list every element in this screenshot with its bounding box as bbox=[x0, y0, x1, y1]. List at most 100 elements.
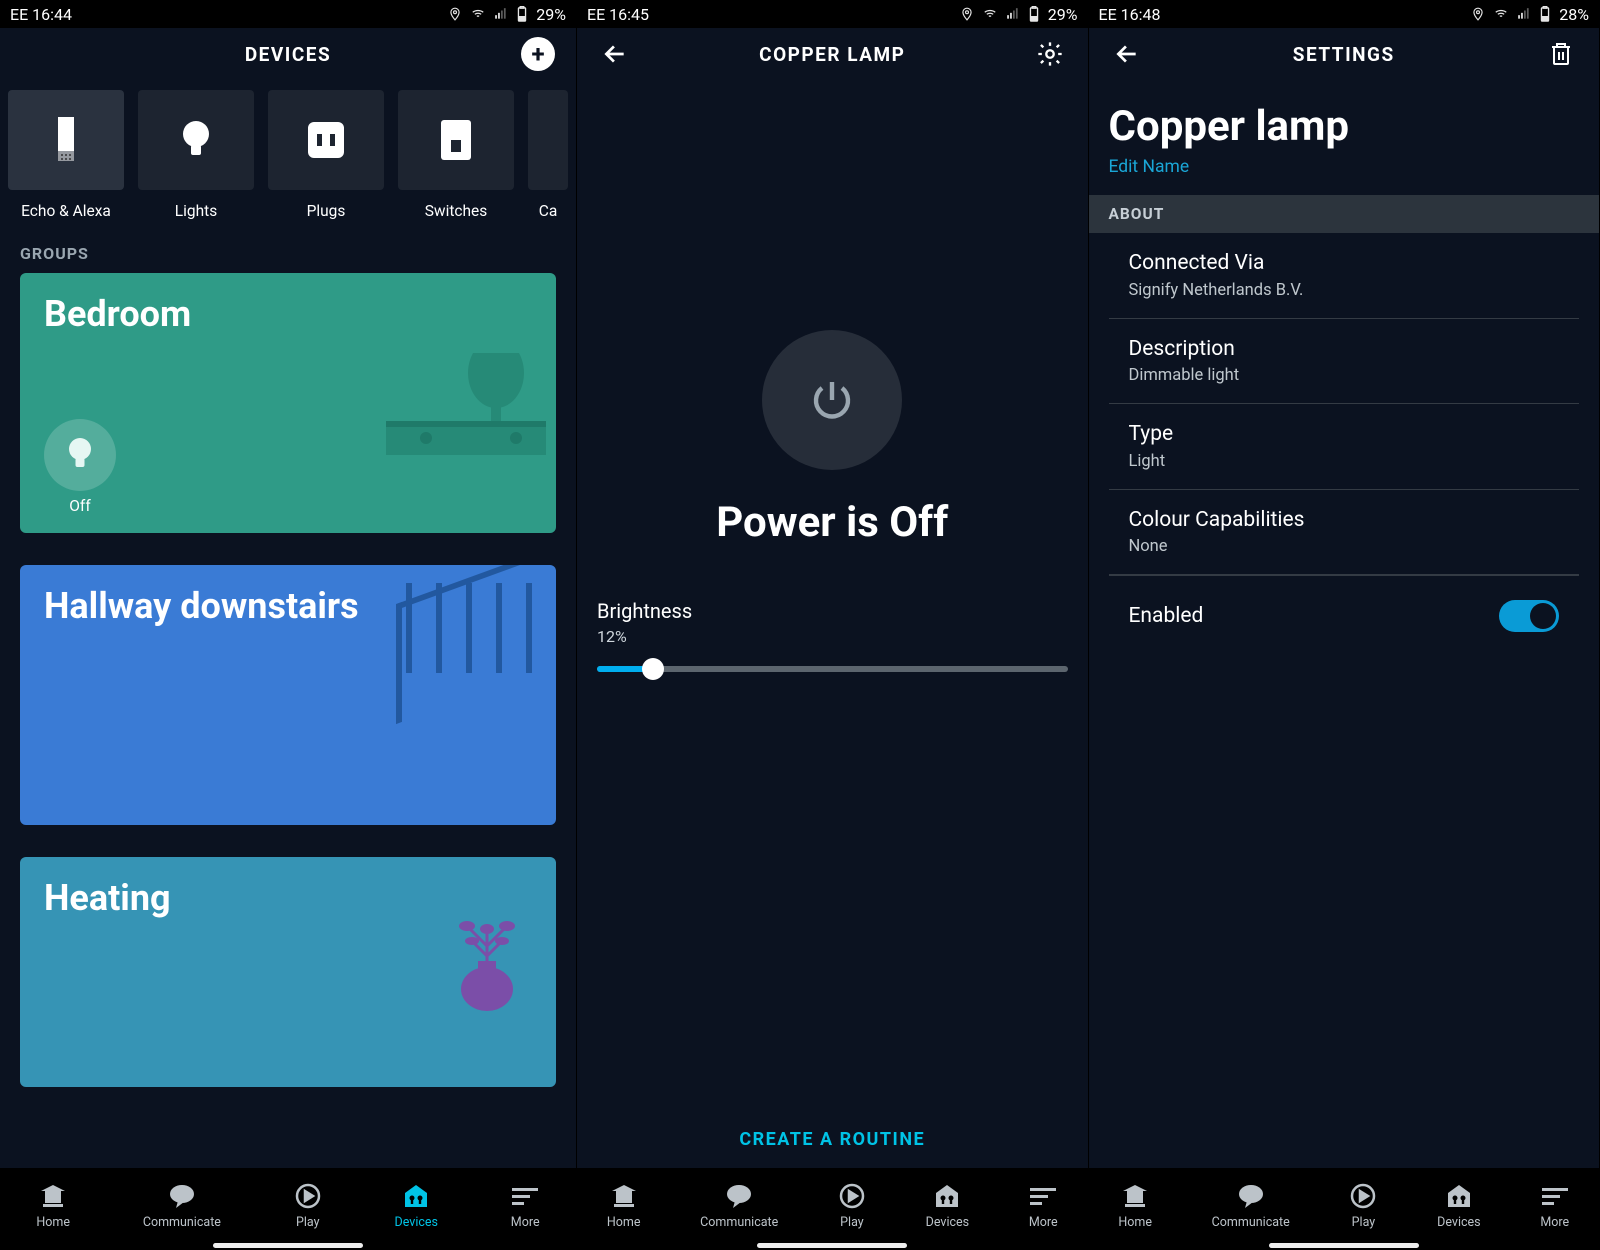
brightness-slider[interactable] bbox=[597, 666, 1068, 672]
app-header: DEVICES + bbox=[0, 28, 576, 80]
nav-devices[interactable]: Devices bbox=[395, 1182, 438, 1230]
stairs-illustration bbox=[396, 575, 556, 695]
nav-label: Devices bbox=[1437, 1215, 1480, 1230]
signal-icon bbox=[494, 7, 508, 21]
page-title: COPPER LAMP bbox=[641, 43, 1024, 66]
battery-pct: 29% bbox=[536, 5, 566, 24]
devices-screen: EE 16:44 29% DEVICES + bbox=[0, 0, 577, 1250]
back-button[interactable] bbox=[1109, 36, 1145, 72]
power-icon bbox=[808, 376, 856, 424]
enabled-row: Enabled bbox=[1109, 575, 1580, 656]
row-type[interactable]: Type Light bbox=[1109, 404, 1580, 490]
settings-button[interactable] bbox=[1032, 36, 1068, 72]
delete-button[interactable] bbox=[1543, 36, 1579, 72]
nav-devices[interactable]: Devices bbox=[1437, 1182, 1480, 1230]
nav-communicate[interactable]: Communicate bbox=[143, 1182, 221, 1230]
device-name-heading: Copper lamp bbox=[1089, 80, 1600, 157]
status-bar: EE 16:48 28% bbox=[1089, 0, 1600, 28]
status-bar: EE 16:44 29% bbox=[0, 0, 576, 28]
group-card-bedroom[interactable]: Bedroom Off bbox=[20, 273, 556, 533]
nav-play[interactable]: Play bbox=[1349, 1182, 1377, 1230]
nav-label: Play bbox=[296, 1215, 320, 1230]
clock-label: 16:44 bbox=[32, 5, 72, 24]
home-indicator[interactable] bbox=[1269, 1243, 1419, 1248]
play-icon bbox=[1349, 1182, 1377, 1210]
edit-name-link[interactable]: Edit Name bbox=[1089, 157, 1600, 195]
device-categories[interactable]: Echo & Alexa Lights Plugs Switches Ca bbox=[0, 80, 576, 220]
nav-more[interactable]: More bbox=[1029, 1182, 1058, 1230]
devices-icon bbox=[1445, 1182, 1473, 1210]
row-connected-via[interactable]: Connected Via Signify Netherlands B.V. bbox=[1109, 233, 1580, 319]
battery-icon bbox=[516, 6, 528, 22]
bulb-icon bbox=[178, 118, 214, 162]
wifi-icon bbox=[1493, 7, 1509, 21]
row-value: Dimmable light bbox=[1129, 366, 1560, 385]
nav-label: Home bbox=[607, 1215, 641, 1230]
app-header: SETTINGS bbox=[1089, 28, 1600, 80]
category-label: Ca bbox=[539, 202, 558, 220]
nav-communicate[interactable]: Communicate bbox=[700, 1182, 778, 1230]
location-icon bbox=[1471, 7, 1485, 21]
group-card-heating[interactable]: Heating bbox=[20, 857, 556, 1087]
enabled-toggle[interactable] bbox=[1499, 600, 1559, 632]
category-lights[interactable]: Lights bbox=[138, 90, 254, 220]
play-icon bbox=[294, 1182, 322, 1210]
carrier-label: EE bbox=[10, 5, 28, 24]
row-description[interactable]: Description Dimmable light bbox=[1109, 319, 1580, 405]
groups-list[interactable]: Bedroom Off Hallway downstairs bbox=[0, 273, 576, 1250]
home-icon bbox=[610, 1182, 638, 1210]
group-power-button[interactable]: Off bbox=[44, 419, 116, 515]
power-button[interactable] bbox=[762, 330, 902, 470]
chat-icon bbox=[725, 1182, 753, 1210]
nav-communicate[interactable]: Communicate bbox=[1212, 1182, 1290, 1230]
home-indicator[interactable] bbox=[213, 1243, 363, 1248]
bedroom-illustration bbox=[376, 353, 556, 443]
category-switches[interactable]: Switches bbox=[398, 90, 514, 220]
nav-label: More bbox=[1540, 1215, 1569, 1230]
battery-pct: 28% bbox=[1559, 5, 1589, 24]
row-colour-capabilities[interactable]: Colour Capabilities None bbox=[1109, 490, 1580, 576]
category-plugs[interactable]: Plugs bbox=[268, 90, 384, 220]
home-indicator[interactable] bbox=[757, 1243, 907, 1248]
plug-icon bbox=[304, 118, 348, 162]
group-card-hallway[interactable]: Hallway downstairs bbox=[20, 565, 556, 825]
clock-label: 16:48 bbox=[1121, 5, 1161, 24]
nav-label: Devices bbox=[395, 1215, 438, 1230]
nav-home[interactable]: Home bbox=[607, 1182, 641, 1230]
brightness-control: Brightness 12% bbox=[597, 599, 1068, 672]
about-heading: ABOUT bbox=[1089, 195, 1600, 233]
devices-icon bbox=[933, 1182, 961, 1210]
nav-home[interactable]: Home bbox=[1118, 1182, 1152, 1230]
create-routine-button[interactable]: CREATE A ROUTINE bbox=[577, 1129, 1088, 1150]
add-button[interactable]: + bbox=[521, 37, 555, 71]
bottom-nav: Home Communicate Play Devices More bbox=[1089, 1168, 1600, 1250]
chat-icon bbox=[1237, 1182, 1265, 1210]
category-partial[interactable]: Ca bbox=[528, 90, 568, 220]
row-key: Type bbox=[1129, 422, 1560, 446]
battery-icon bbox=[1028, 6, 1040, 22]
brightness-label: Brightness bbox=[597, 599, 1068, 623]
nav-home[interactable]: Home bbox=[36, 1182, 70, 1230]
nav-play[interactable]: Play bbox=[294, 1182, 322, 1230]
category-label: Echo & Alexa bbox=[21, 202, 111, 220]
carrier-label: EE bbox=[587, 5, 605, 24]
nav-label: More bbox=[1029, 1215, 1058, 1230]
category-echo[interactable]: Echo & Alexa bbox=[8, 90, 124, 220]
slider-thumb[interactable] bbox=[642, 658, 664, 680]
back-button[interactable] bbox=[597, 36, 633, 72]
nav-devices[interactable]: Devices bbox=[926, 1182, 969, 1230]
nav-more[interactable]: More bbox=[1540, 1182, 1569, 1230]
nav-more[interactable]: More bbox=[511, 1182, 540, 1230]
groups-heading: GROUPS bbox=[0, 220, 576, 273]
nav-play[interactable]: Play bbox=[838, 1182, 866, 1230]
row-value: None bbox=[1129, 537, 1560, 556]
switch-icon bbox=[439, 118, 473, 162]
location-icon bbox=[448, 7, 462, 21]
power-state-label: Power is Off bbox=[597, 498, 1068, 547]
nav-label: Communicate bbox=[1212, 1215, 1290, 1230]
group-state-label: Off bbox=[69, 497, 90, 515]
status-right: 29% bbox=[448, 5, 566, 24]
nav-label: Home bbox=[1118, 1215, 1152, 1230]
brightness-value: 12% bbox=[597, 627, 1068, 646]
category-label: Plugs bbox=[307, 202, 346, 220]
